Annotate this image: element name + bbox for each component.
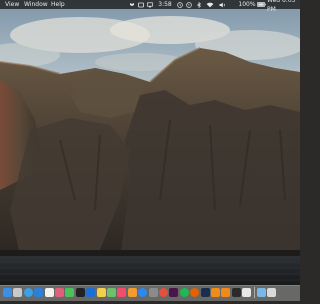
menubar-clock[interactable]: Wed 6:03 PM [267, 0, 300, 13]
music-icon[interactable] [117, 288, 126, 297]
preferences-icon[interactable] [149, 288, 158, 297]
screen-recorder-icon[interactable] [137, 0, 145, 9]
notes-icon[interactable] [97, 288, 106, 297]
chrome-icon[interactable] [159, 288, 168, 297]
clock-icon[interactable] [176, 0, 184, 9]
menu-bar: View Window Help 3:58 100% Wed 6:03 PM [0, 0, 300, 13]
downloads-folder-icon[interactable] [257, 288, 266, 297]
time-remaining-text[interactable]: 3:58 [156, 0, 174, 9]
app-store-icon[interactable] [138, 288, 147, 297]
calendar-icon[interactable] [45, 288, 54, 297]
terminal-icon[interactable] [76, 288, 85, 297]
finder-icon[interactable] [3, 288, 12, 297]
display-icon[interactable] [146, 0, 154, 9]
activity-monitor-icon[interactable] [232, 288, 241, 297]
maps-icon[interactable] [107, 288, 116, 297]
mail-icon[interactable] [34, 288, 43, 297]
slack-icon[interactable] [169, 288, 178, 297]
menu-window[interactable]: Window [24, 0, 48, 9]
illustrator-icon[interactable] [211, 288, 220, 297]
menu-view[interactable]: View [5, 0, 19, 9]
reminders-icon[interactable] [242, 288, 251, 297]
books-icon[interactable] [128, 288, 137, 297]
time-machine-icon[interactable] [185, 0, 193, 9]
photos-icon[interactable] [55, 288, 64, 297]
photoshop-icon[interactable] [201, 288, 210, 297]
wifi-icon[interactable] [205, 0, 215, 9]
volume-icon[interactable] [218, 0, 228, 9]
vlc-icon[interactable] [221, 288, 230, 297]
wallpaper-mountain-image [0, 0, 305, 286]
launchpad-icon[interactable] [13, 288, 22, 297]
safari-icon[interactable] [24, 288, 33, 297]
firefox-icon[interactable] [190, 288, 199, 297]
code-editor-icon[interactable] [86, 288, 95, 297]
messages-icon[interactable] [65, 288, 74, 297]
dock-separator [254, 287, 255, 298]
desktop-wallpaper [0, 0, 305, 300]
battery-percentage[interactable]: 100% [238, 0, 256, 9]
spotify-icon[interactable] [180, 288, 189, 297]
battery-icon[interactable] [256, 0, 266, 9]
dropbox-icon[interactable] [128, 0, 136, 9]
menu-help[interactable]: Help [51, 0, 65, 9]
bluetooth-icon[interactable] [195, 0, 203, 9]
trash-icon[interactable] [267, 288, 276, 297]
